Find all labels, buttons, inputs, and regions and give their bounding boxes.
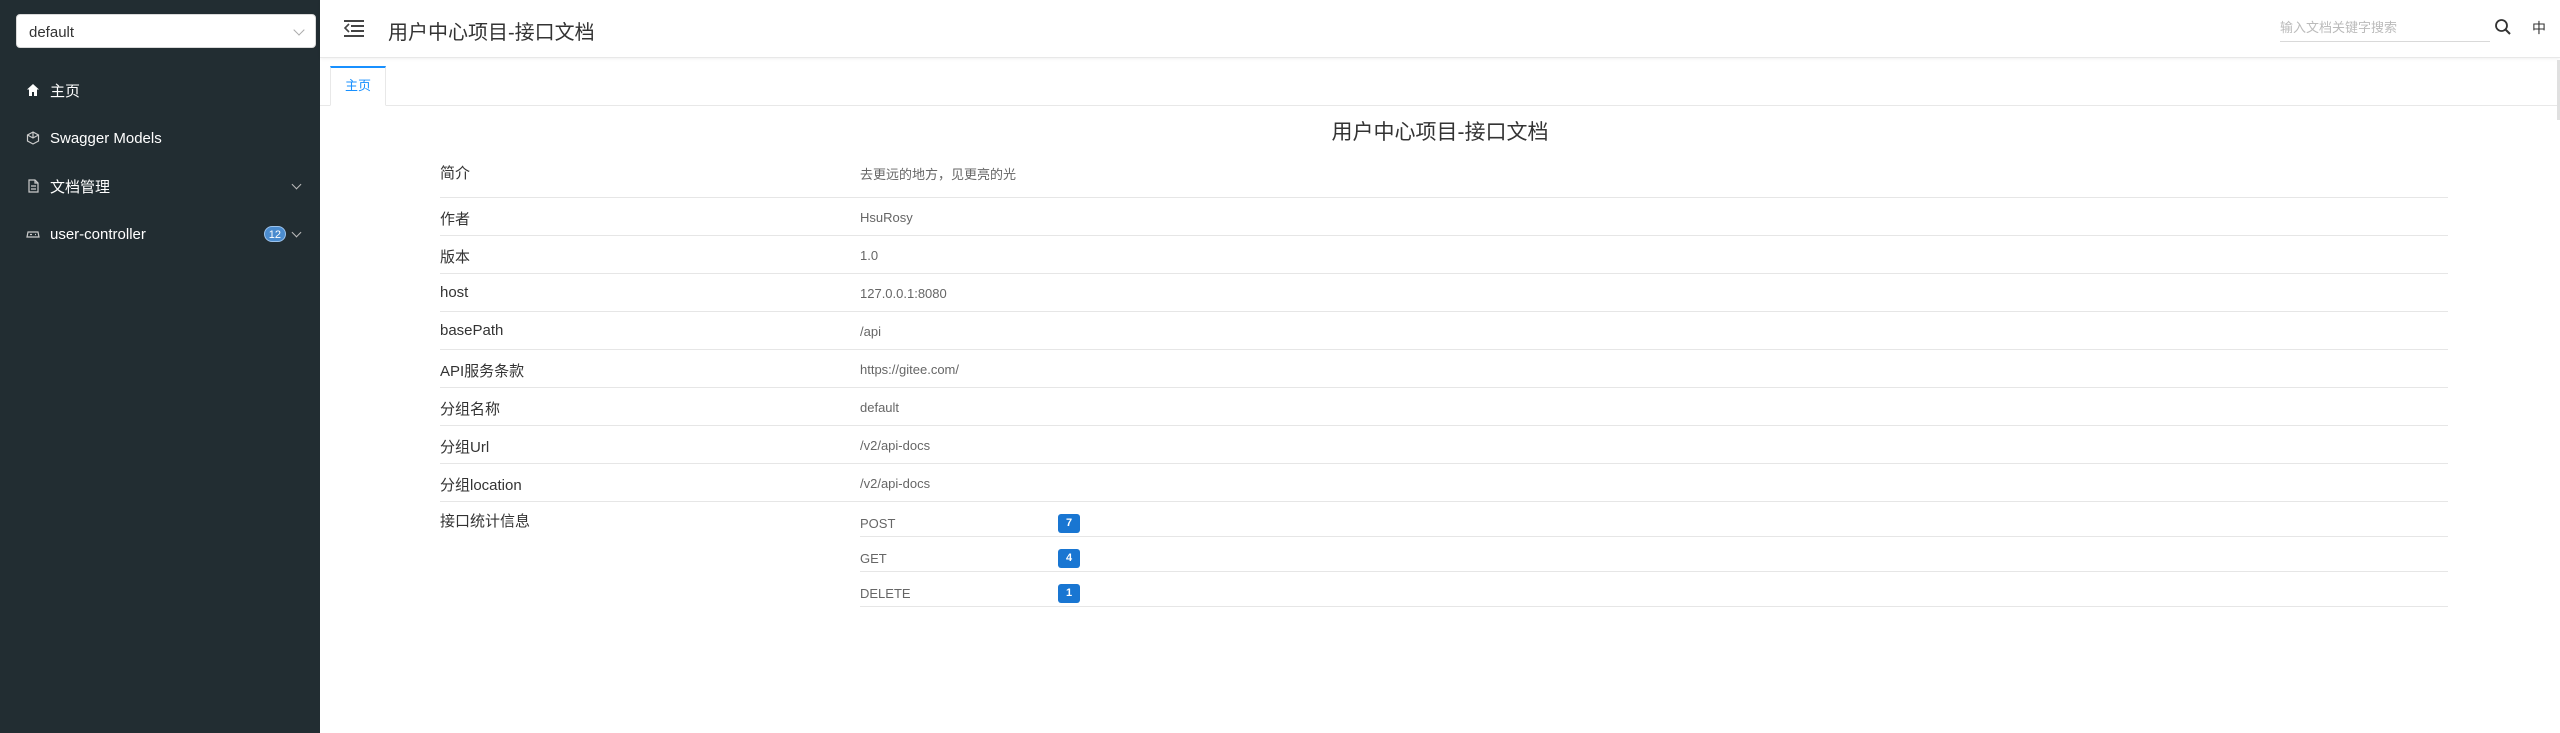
sidebar-item-user-controller[interactable]: user-controller 12 — [0, 210, 320, 258]
info-key: 分组Url — [440, 439, 490, 456]
info-key: 版本 — [440, 249, 471, 266]
info-row-basepath: basePath /api — [440, 312, 2448, 350]
tab-bar: 主页 — [320, 60, 2560, 106]
info-row-host: host 127.0.0.1:8080 — [440, 274, 2448, 312]
stat-count-badge: 1 — [1058, 584, 1080, 603]
info-value: HsuRosy — [860, 210, 913, 225]
search-icon[interactable] — [2494, 18, 2512, 36]
stat-row: GET 4 — [860, 537, 2448, 572]
stat-row: DELETE 1 — [860, 572, 2448, 607]
info-table: 简介 去更远的地方，见更亮的光 作者 HsuRosy 版本 1.0 host 1… — [440, 152, 2448, 617]
chevron-down-icon — [291, 227, 302, 238]
info-key: 分组location — [440, 477, 522, 494]
info-row-group-name: 分组名称 default — [440, 388, 2448, 426]
page-title: 用户中心项目-接口文档 — [1331, 121, 1549, 144]
info-value: /api — [860, 324, 881, 339]
sidebar-menu: 主页 Swagger Models 文档管理 user-controller 1… — [0, 66, 320, 258]
info-value: https://gitee.com/ — [860, 362, 959, 377]
stat-row: POST 7 — [860, 502, 2448, 537]
sidebar: default 主页 Swagger Models 文档管理 user-cont… — [0, 0, 320, 733]
info-row-api-stats: 接口统计信息 POST 7 GET 4 DELETE 1 — [440, 502, 2448, 617]
model-icon — [26, 131, 40, 145]
sidebar-item-home[interactable]: 主页 — [0, 66, 320, 114]
info-key: 作者 — [440, 211, 471, 228]
chevron-down-icon — [291, 179, 302, 190]
header: 用户中心项目-接口文档 中 — [320, 0, 2560, 58]
count-badge: 12 — [263, 226, 286, 242]
stat-count-badge: 4 — [1058, 549, 1080, 568]
search-input[interactable] — [2280, 14, 2490, 41]
info-key: API服务条款 — [440, 363, 525, 380]
group-select[interactable]: default — [16, 14, 316, 48]
api-stats: POST 7 GET 4 DELETE 1 — [860, 502, 2448, 607]
stat-method: DELETE — [860, 586, 911, 601]
info-key: basePath — [440, 322, 504, 339]
sidebar-item-swagger-models[interactable]: Swagger Models — [0, 114, 320, 162]
info-row-group-location: 分组location /v2/api-docs — [440, 464, 2448, 502]
info-value: 127.0.0.1:8080 — [860, 286, 947, 301]
sidebar-item-label: Swagger Models — [50, 129, 162, 147]
info-row-version: 版本 1.0 — [440, 236, 2448, 274]
stat-method: GET — [860, 551, 887, 566]
info-key: 分组名称 — [440, 401, 501, 418]
info-row-description: 简介 去更远的地方，见更亮的光 — [440, 152, 2448, 198]
header-title: 用户中心项目-接口文档 — [388, 22, 595, 44]
document-icon — [26, 179, 40, 193]
info-value: default — [860, 400, 900, 415]
info-key: 接口统计信息 — [440, 513, 531, 530]
info-value: /v2/api-docs — [860, 438, 931, 453]
language-switch[interactable]: 中 — [2532, 18, 2546, 38]
home-icon — [26, 83, 40, 97]
group-select-value: default — [29, 24, 75, 41]
info-value: /v2/api-docs — [860, 476, 931, 491]
sidebar-item-label: user-controller — [50, 225, 146, 243]
menu-toggle-icon[interactable] — [344, 19, 364, 37]
main-content: 用户中心项目-接口文档 简介 去更远的地方，见更亮的光 作者 HsuRosy 版… — [320, 106, 2560, 733]
info-row-group-url: 分组Url /v2/api-docs — [440, 426, 2448, 464]
info-value: 1.0 — [860, 248, 879, 263]
info-key: 简介 — [440, 165, 471, 182]
info-value: 去更远的地方，见更亮的光 — [860, 167, 1017, 182]
info-row-author: 作者 HsuRosy — [440, 198, 2448, 236]
info-row-terms: API服务条款 https://gitee.com/ — [440, 350, 2448, 388]
sidebar-item-label: 主页 — [50, 82, 81, 100]
chevron-down-icon — [293, 24, 305, 36]
controller-icon — [26, 227, 40, 241]
info-key: host — [440, 284, 469, 301]
tab-home[interactable]: 主页 — [330, 66, 386, 106]
sidebar-item-label: 文档管理 — [50, 178, 111, 196]
search-field[interactable] — [2280, 14, 2490, 42]
sidebar-item-document-management[interactable]: 文档管理 — [0, 162, 320, 210]
stat-method: POST — [860, 516, 896, 531]
stat-count-badge: 7 — [1058, 514, 1080, 533]
